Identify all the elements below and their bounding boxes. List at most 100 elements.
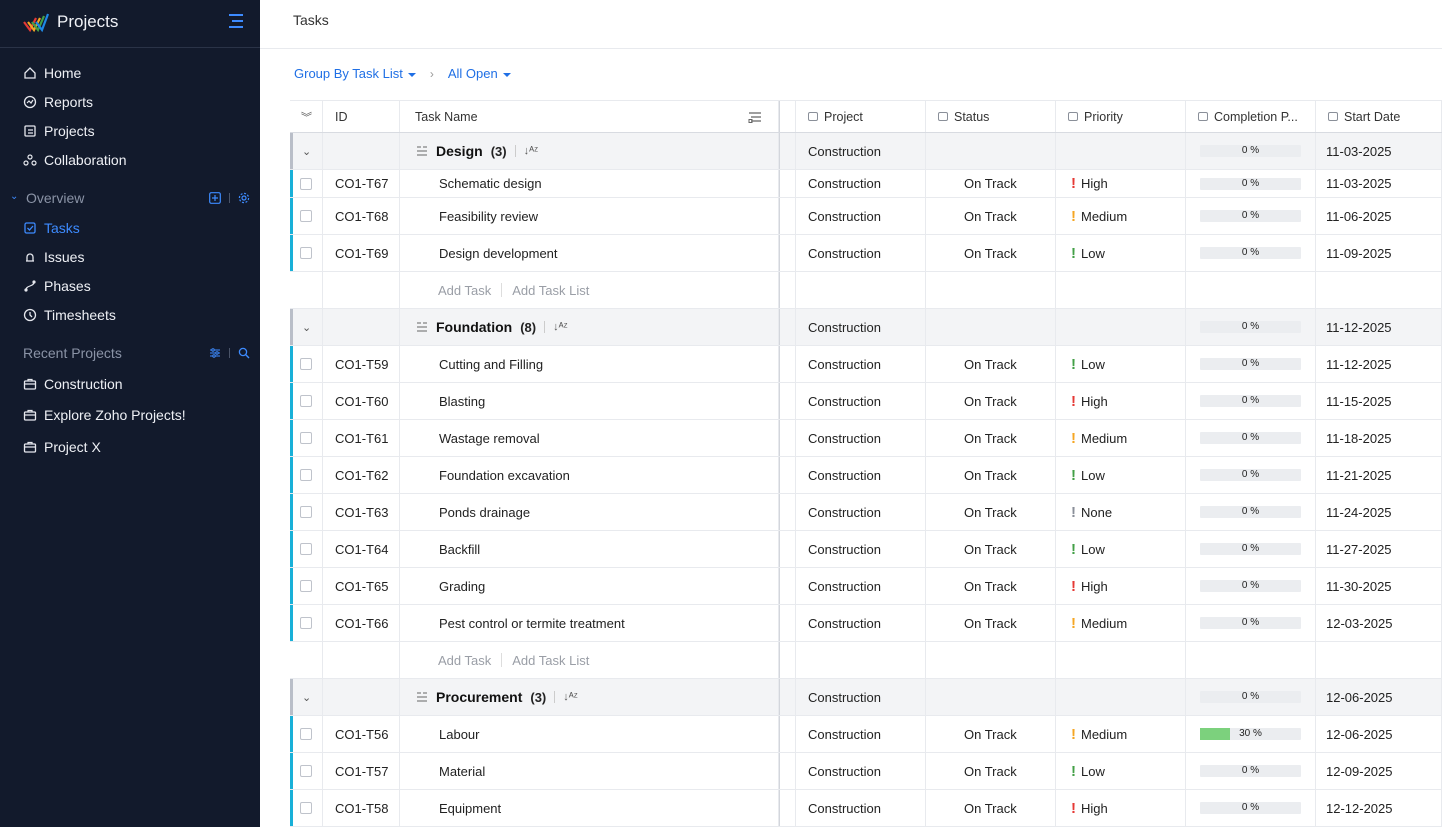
sidebar-item-issues[interactable]: Issues xyxy=(0,243,260,271)
priority-value[interactable]: Low xyxy=(1081,246,1105,261)
start-date-value[interactable]: 11-06-2025 xyxy=(1326,209,1392,224)
row-checkbox[interactable] xyxy=(300,802,312,814)
project-value[interactable]: Construction xyxy=(808,176,881,191)
completion-cell[interactable]: 0 % xyxy=(1186,346,1316,382)
completion-cell[interactable]: 0 % xyxy=(1186,531,1316,567)
checkbox-cell[interactable] xyxy=(290,170,323,197)
status-cell[interactable]: On Track xyxy=(926,790,1056,826)
completion-cell[interactable]: 0 % xyxy=(1186,383,1316,419)
start-date-cell[interactable]: 11-15-2025 xyxy=(1316,383,1442,419)
status-cell[interactable]: On Track xyxy=(926,346,1056,382)
row-checkbox[interactable] xyxy=(300,543,312,555)
status-value[interactable]: On Track xyxy=(964,357,1017,372)
task-id[interactable]: CO1-T68 xyxy=(335,209,388,224)
checkbox-cell[interactable] xyxy=(290,531,323,567)
status-cell[interactable]: On Track xyxy=(926,420,1056,456)
sidebar-section-overview[interactable]: ⌄ Overview xyxy=(0,187,260,211)
priority-cell[interactable]: ! Medium xyxy=(1056,198,1186,234)
priority-cell[interactable]: ! Low xyxy=(1056,346,1186,382)
start-date-value[interactable]: 12-06-2025 xyxy=(1326,727,1393,742)
project-value[interactable]: Construction xyxy=(808,542,881,557)
row-checkbox[interactable] xyxy=(300,358,312,370)
checkbox-cell[interactable] xyxy=(290,198,323,234)
completion-cell[interactable]: 0 % xyxy=(1186,494,1316,530)
task-name[interactable]: Grading xyxy=(439,579,485,594)
collapse-group-icon[interactable]: ⌄ xyxy=(290,679,323,715)
start-date-cell[interactable]: 11-24-2025 xyxy=(1316,494,1442,530)
priority-cell[interactable]: ! High xyxy=(1056,170,1186,197)
priority-cell[interactable]: ! High xyxy=(1056,383,1186,419)
task-name[interactable]: Feasibility review xyxy=(439,209,538,224)
column-header-task-name[interactable]: Task Name xyxy=(400,101,779,132)
start-date-cell[interactable]: 12-12-2025 xyxy=(1316,790,1442,826)
start-date-value[interactable]: 12-12-2025 xyxy=(1326,801,1393,816)
column-header-priority[interactable]: Priority xyxy=(1056,101,1186,132)
sidebar-item-timesheets[interactable]: Timesheets xyxy=(0,301,260,329)
project-value[interactable]: Construction xyxy=(808,764,881,779)
status-cell[interactable]: On Track xyxy=(926,383,1056,419)
checkbox-cell[interactable] xyxy=(290,420,323,456)
task-name[interactable]: Labour xyxy=(439,727,479,742)
start-date-value[interactable]: 11-09-2025 xyxy=(1326,246,1392,261)
status-cell[interactable]: On Track xyxy=(926,457,1056,493)
priority-cell[interactable]: ! Low xyxy=(1056,235,1186,271)
task-id[interactable]: CO1-T59 xyxy=(335,357,388,372)
project-value[interactable]: Construction xyxy=(808,505,881,520)
task-id[interactable]: CO1-T63 xyxy=(335,505,388,520)
priority-cell[interactable]: ! High xyxy=(1056,568,1186,604)
priority-value[interactable]: Medium xyxy=(1081,616,1127,631)
priority-value[interactable]: High xyxy=(1081,579,1108,594)
start-date-cell[interactable]: 12-03-2025 xyxy=(1316,605,1442,641)
project-value[interactable]: Construction xyxy=(808,357,881,372)
task-id[interactable]: CO1-T61 xyxy=(335,431,388,446)
task-id[interactable]: CO1-T65 xyxy=(335,579,388,594)
project-value[interactable]: Construction xyxy=(808,209,881,224)
priority-value[interactable]: None xyxy=(1081,505,1112,520)
add-task-list-link[interactable]: Add Task List xyxy=(512,653,589,668)
start-date-cell[interactable]: 11-21-2025 xyxy=(1316,457,1442,493)
priority-cell[interactable]: ! Low xyxy=(1056,457,1186,493)
filter-sliders-icon[interactable] xyxy=(209,347,221,359)
status-cell[interactable]: On Track xyxy=(926,568,1056,604)
completion-cell[interactable]: 0 % xyxy=(1186,198,1316,234)
add-icon[interactable] xyxy=(209,192,221,204)
search-icon[interactable] xyxy=(238,347,250,359)
task-id[interactable]: CO1-T66 xyxy=(335,616,388,631)
row-checkbox[interactable] xyxy=(300,506,312,518)
status-value[interactable]: On Track xyxy=(964,579,1017,594)
priority-value[interactable]: High xyxy=(1081,394,1108,409)
column-header-id[interactable]: ID xyxy=(323,101,400,132)
row-checkbox[interactable] xyxy=(300,580,312,592)
sort-icon[interactable]: ↓ᴬᶻ xyxy=(563,691,577,703)
project-value[interactable]: Construction xyxy=(808,394,881,409)
status-cell[interactable]: On Track xyxy=(926,716,1056,752)
priority-value[interactable]: Medium xyxy=(1081,209,1127,224)
task-id[interactable]: CO1-T69 xyxy=(335,246,388,261)
task-id[interactable]: CO1-T56 xyxy=(335,727,388,742)
priority-value[interactable]: Medium xyxy=(1081,727,1127,742)
task-id[interactable]: CO1-T67 xyxy=(335,176,388,191)
expand-all-icon[interactable]: ︾ xyxy=(290,101,323,132)
task-id[interactable]: CO1-T58 xyxy=(335,801,388,816)
priority-cell[interactable]: ! Medium xyxy=(1056,420,1186,456)
completion-cell[interactable]: 0 % xyxy=(1186,235,1316,271)
status-value[interactable]: On Track xyxy=(964,616,1017,631)
collapse-group-icon[interactable]: ⌄ xyxy=(290,133,323,169)
status-value[interactable]: On Track xyxy=(964,764,1017,779)
task-name[interactable]: Ponds drainage xyxy=(439,505,530,520)
sidebar-item-home[interactable]: Home xyxy=(0,59,260,87)
priority-value[interactable]: Low xyxy=(1081,764,1105,779)
add-task-link[interactable]: Add Task xyxy=(438,283,491,298)
column-header-project[interactable]: Project xyxy=(796,101,926,132)
priority-cell[interactable]: ! Medium xyxy=(1056,605,1186,641)
row-checkbox[interactable] xyxy=(300,432,312,444)
status-value[interactable]: On Track xyxy=(964,542,1017,557)
start-date-cell[interactable]: 11-09-2025 xyxy=(1316,235,1442,271)
sidebar-item-explore-zoho-projects[interactable]: Explore Zoho Projects! xyxy=(0,401,260,429)
start-date-cell[interactable]: 12-09-2025 xyxy=(1316,753,1442,789)
row-checkbox[interactable] xyxy=(300,728,312,740)
sidebar-item-tasks[interactable]: Tasks xyxy=(0,214,260,242)
start-date-value[interactable]: 11-18-2025 xyxy=(1326,431,1392,446)
column-header-status[interactable]: Status xyxy=(926,101,1056,132)
start-date-value[interactable]: 11-21-2025 xyxy=(1326,468,1392,483)
